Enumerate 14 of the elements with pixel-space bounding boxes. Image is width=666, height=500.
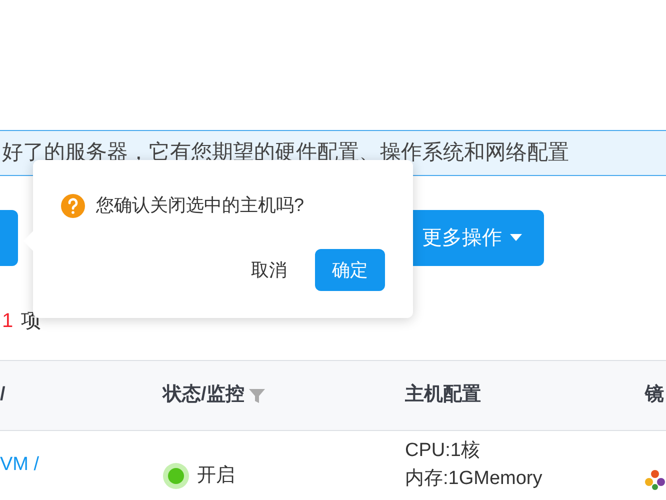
status-text: 开启: [197, 464, 235, 488]
column-header[interactable]: 主机配置: [405, 381, 481, 410]
config-line: 内存:1GMemory: [405, 467, 544, 491]
column-header[interactable]: /: [0, 381, 6, 410]
cancel-button[interactable]: 取消: [239, 249, 299, 291]
column-header[interactable]: 镜: [645, 381, 664, 410]
popover-message: 您确认关闭选中的主机吗?: [96, 194, 304, 217]
question-icon: [61, 194, 85, 218]
config-line: CPU:1核: [405, 439, 481, 463]
os-logo-icon: [645, 470, 665, 490]
caret-down-icon: [510, 234, 522, 242]
column-header[interactable]: 状态/监控: [163, 381, 266, 410]
filter-icon[interactable]: [248, 386, 266, 404]
count-value: 1: [2, 309, 14, 334]
